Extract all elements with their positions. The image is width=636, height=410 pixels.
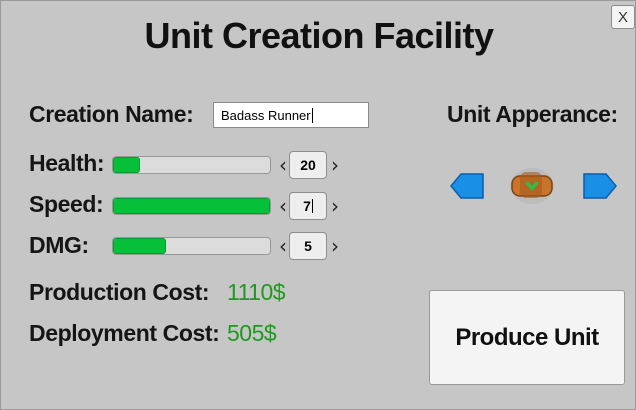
unit-preview-icon <box>510 168 554 204</box>
speed-bar-fill <box>113 198 270 214</box>
produce-unit-button[interactable]: Produce Unit <box>429 290 625 385</box>
speed-label: Speed: <box>29 191 104 217</box>
deployment-cost-label: Deployment Cost: <box>29 320 220 346</box>
speed-increase-button[interactable]: › <box>329 196 341 216</box>
dmg-decrease-button[interactable]: ‹ <box>277 236 289 256</box>
deployment-cost-value: 505$ <box>227 320 277 346</box>
health-bar <box>112 156 271 174</box>
dmg-value[interactable]: 5 <box>289 232 327 260</box>
arrow-right-icon[interactable] <box>583 173 617 199</box>
page-title: Unit Creation Facility <box>144 15 494 56</box>
speed-value-box[interactable]: 7 <box>289 192 327 220</box>
dmg-increase-button[interactable]: › <box>329 236 341 256</box>
health-increase-button[interactable]: › <box>329 155 341 175</box>
dmg-bar-fill <box>113 238 167 254</box>
health-decrease-button[interactable]: ‹ <box>277 155 289 175</box>
health-bar-fill <box>113 157 140 173</box>
speed-caret <box>311 199 313 213</box>
dmg-label: DMG: <box>29 232 89 258</box>
arrow-left-icon[interactable] <box>450 173 484 199</box>
dmg-bar <box>112 237 271 255</box>
speed-decrease-button[interactable]: ‹ <box>277 196 289 216</box>
creation-name-value: Badass Runner <box>221 107 311 123</box>
health-value[interactable]: 20 <box>289 151 327 179</box>
creation-name-input[interactable]: Badass Runner <box>213 102 369 128</box>
facility-panel: X Unit Creation Facility Creation Name: … <box>0 0 636 410</box>
health-label: Health: <box>29 150 105 176</box>
speed-bar <box>112 197 271 215</box>
creation-name-label: Creation Name: <box>29 101 194 127</box>
unit-appearance-label: Unit Apperance: <box>447 101 618 127</box>
production-cost-label: Production Cost: <box>29 279 210 305</box>
speed-value: 7 <box>303 198 311 214</box>
text-caret <box>311 107 313 123</box>
production-cost-value: 1110$ <box>227 279 286 305</box>
